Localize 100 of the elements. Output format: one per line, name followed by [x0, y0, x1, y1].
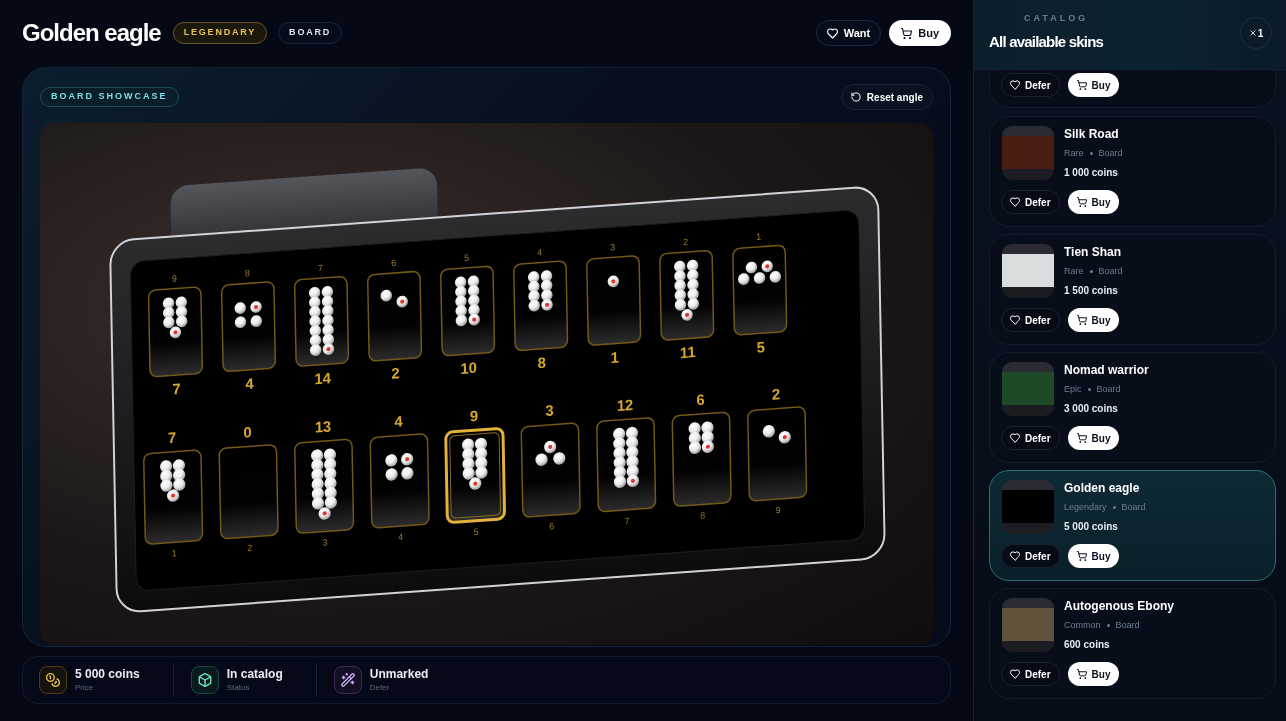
catalog-card[interactable]: Golden eagle Legendary Board 5 000 coins Defer Buy	[989, 470, 1276, 581]
catalog-card[interactable]: Autogenous Ebony Common Board 600 coins Defer Buy	[989, 588, 1276, 699]
cart-icon	[1076, 551, 1087, 561]
buy-button[interactable]: Buy	[1067, 426, 1120, 450]
catalog-item-rarity: Rare	[1064, 266, 1084, 277]
ball	[686, 259, 699, 272]
catalog-card[interactable]: Tien Shan Rare Board 1 500 coins Defer Buy	[989, 234, 1276, 345]
catalog-item-name: Nomad warrior	[1064, 363, 1149, 377]
pit[interactable]	[512, 259, 569, 352]
ball	[234, 302, 246, 314]
ball	[688, 441, 702, 454]
stat-label: Price	[75, 683, 95, 693]
ball	[607, 275, 620, 288]
ball-count: 6	[696, 390, 705, 409]
cart-icon	[1076, 315, 1087, 325]
ball	[380, 289, 392, 302]
pit[interactable]	[732, 244, 788, 336]
pit[interactable]	[444, 426, 507, 525]
buy-button[interactable]: Buy	[1067, 544, 1120, 568]
want-button[interactable]: Want	[815, 20, 882, 46]
pit[interactable]	[293, 438, 355, 535]
buy-button[interactable]: Buy	[1067, 190, 1120, 214]
ball	[169, 326, 182, 339]
defer-button[interactable]: Defer	[1001, 190, 1060, 214]
catalog-card[interactable]: Silk Road Rare Board 1 000 coins Defer Buy	[989, 116, 1276, 227]
ball	[318, 507, 331, 520]
cart-icon	[1076, 80, 1087, 90]
ball	[553, 452, 566, 465]
buy-button[interactable]: Buy	[1067, 308, 1120, 332]
pit[interactable]	[147, 286, 204, 378]
pit[interactable]	[746, 405, 808, 502]
ball	[468, 294, 480, 307]
buy-button[interactable]: Buy	[1067, 662, 1120, 686]
pit[interactable]	[142, 449, 204, 546]
ball	[323, 448, 337, 461]
catalog-item-name: Golden eagle	[1064, 481, 1141, 495]
ball-count: 10	[460, 358, 478, 377]
ball	[324, 496, 337, 509]
rotate-icon	[850, 92, 861, 102]
ball	[455, 305, 467, 317]
pit[interactable]	[671, 411, 732, 508]
stat-value: 5 000 coins	[75, 667, 140, 681]
catalog-item-rarity: Legendary	[1064, 502, 1107, 513]
pit[interactable]	[369, 432, 430, 529]
defer-button[interactable]: Defer	[1001, 73, 1060, 97]
pit-number: 7	[624, 515, 630, 527]
ball	[311, 497, 325, 510]
pit[interactable]	[520, 422, 581, 519]
pit-number: 9	[171, 273, 177, 284]
ball	[528, 280, 540, 293]
catalog-item-price: 5 000 coins	[1064, 521, 1119, 533]
defer-button[interactable]: Defer	[1001, 308, 1060, 332]
pit-number: 2	[247, 542, 253, 554]
pit-number: 2	[683, 236, 689, 248]
pit[interactable]	[659, 249, 715, 342]
pit[interactable]	[595, 416, 657, 513]
catalog-item-rarity: Rare	[1064, 148, 1084, 159]
defer-button[interactable]: Defer	[1001, 544, 1060, 568]
ball	[322, 324, 334, 336]
ball-count: 7	[172, 379, 181, 398]
close-button[interactable]: 1	[1240, 17, 1272, 49]
catalog-card[interactable]: Defer Buy	[989, 70, 1276, 108]
ball	[175, 306, 188, 318]
pit[interactable]	[220, 280, 277, 373]
ball	[162, 306, 175, 319]
ball	[674, 270, 686, 282]
defer-button[interactable]: Defer	[1001, 426, 1060, 450]
ball	[527, 271, 540, 283]
pit-number: 6	[391, 257, 397, 269]
stat-value: Unmarked	[369, 667, 429, 681]
buy-button[interactable]: Buy	[1067, 73, 1120, 97]
catalog-item-name: Tien Shan	[1064, 245, 1123, 259]
ball-count: 4	[245, 374, 254, 393]
catalog-card[interactable]: Nomad warrior Epic Board 3 000 coins Defer Buy	[989, 352, 1276, 463]
heart-icon	[826, 27, 838, 39]
ball	[309, 325, 321, 337]
page-title: Golden eagle	[22, 19, 161, 47]
catalog-item-rarity: Epic	[1064, 384, 1082, 395]
pit[interactable]	[439, 265, 496, 357]
catalog-item-price: 1 000 coins	[1064, 167, 1119, 179]
ball-count: 14	[314, 369, 331, 388]
ball	[467, 285, 480, 297]
defer-button[interactable]: Defer	[1001, 662, 1060, 686]
reset-angle-button[interactable]: Reset angle	[840, 84, 933, 110]
pit[interactable]	[366, 270, 423, 363]
pit-number: 5	[464, 252, 470, 263]
pit-number: 6	[549, 521, 555, 532]
ball	[769, 271, 782, 283]
ball	[308, 286, 321, 299]
pit[interactable]	[293, 275, 350, 368]
buy-button[interactable]: Buy	[889, 20, 951, 46]
cart-icon	[1076, 669, 1087, 679]
ball	[322, 333, 334, 346]
ball	[167, 489, 180, 502]
ball	[160, 479, 173, 492]
ball	[541, 298, 553, 311]
catalog-item-price: 600 coins	[1064, 639, 1111, 651]
coins-icon	[39, 666, 67, 694]
catalog-item-type: Board	[1115, 620, 1140, 631]
heart-icon	[1010, 197, 1020, 207]
